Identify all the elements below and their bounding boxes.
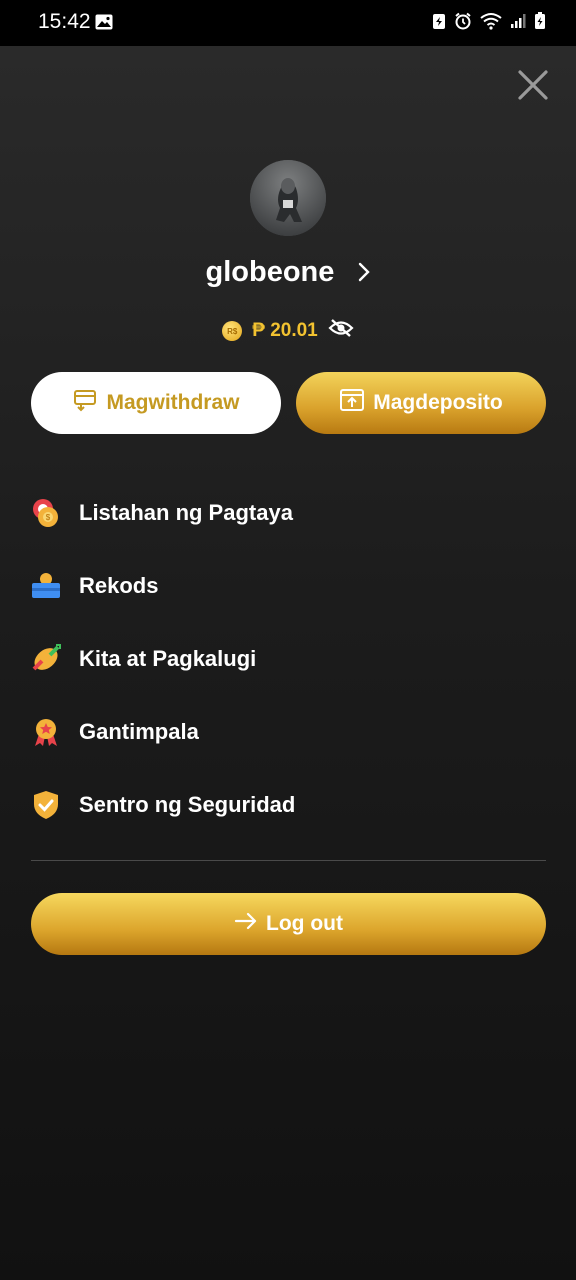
logout-button[interactable]: Log out <box>31 893 546 955</box>
deposit-label: Magdeposito <box>373 391 503 414</box>
image-icon <box>95 14 113 35</box>
signal-icon <box>510 13 526 34</box>
deposit-button[interactable]: Magdeposito <box>296 372 546 434</box>
close-icon[interactable] <box>516 68 550 102</box>
username-row[interactable]: globeone <box>0 256 576 290</box>
shield-icon <box>30 789 62 821</box>
svg-text:$: $ <box>46 513 51 522</box>
status-bar: 15:42 <box>0 0 576 46</box>
menu-item-label: Listahan ng Pagtaya <box>79 499 293 525</box>
divider <box>31 860 546 861</box>
menu-list: $ Listahan ng Pagtaya Rekods Kita at Pag… <box>30 476 546 841</box>
avatar[interactable] <box>250 160 326 236</box>
status-icons <box>432 12 546 35</box>
menu-item-profit-loss[interactable]: Kita at Pagkalugi <box>30 622 546 695</box>
balance-row: R$ ₱ 20.01 <box>0 318 576 344</box>
menu-item-records[interactable]: Rekods <box>30 549 546 622</box>
records-icon <box>30 570 62 602</box>
deposit-icon <box>339 388 365 418</box>
withdraw-label: Magwithdraw <box>106 391 240 414</box>
withdraw-button[interactable]: Magwithdraw <box>31 372 281 434</box>
eye-hidden-icon[interactable] <box>328 318 354 344</box>
battery-icon <box>534 12 546 35</box>
logout-label: Log out <box>266 912 343 935</box>
battery-saver-icon <box>432 12 446 35</box>
menu-item-label: Kita at Pagkalugi <box>79 645 257 671</box>
status-time: 15:42 <box>38 10 91 33</box>
menu-item-security-center[interactable]: Sentro ng Seguridad <box>30 768 546 841</box>
arrow-right-icon <box>234 911 258 937</box>
medal-icon <box>30 716 62 748</box>
menu-item-label: Rekods <box>79 572 159 598</box>
profile-panel: globeone R$ ₱ 20.01 Magwithdraw Magdepos… <box>0 46 576 1280</box>
menu-item-bet-list[interactable]: $ Listahan ng Pagtaya <box>30 476 546 549</box>
alarm-icon <box>454 12 472 35</box>
menu-item-label: Sentro ng Seguridad <box>79 791 296 817</box>
withdraw-icon <box>72 388 98 418</box>
username: globeone <box>205 256 335 288</box>
balance-amount: ₱ 20.01 <box>252 320 318 341</box>
menu-item-rewards[interactable]: Gantimpala <box>30 695 546 768</box>
wifi-icon <box>480 12 502 35</box>
menu-item-label: Gantimpala <box>79 718 199 744</box>
profit-loss-icon <box>30 643 62 675</box>
coin-icon: R$ <box>222 321 243 341</box>
chevron-right-icon <box>358 257 371 290</box>
chips-icon: $ <box>30 497 62 529</box>
